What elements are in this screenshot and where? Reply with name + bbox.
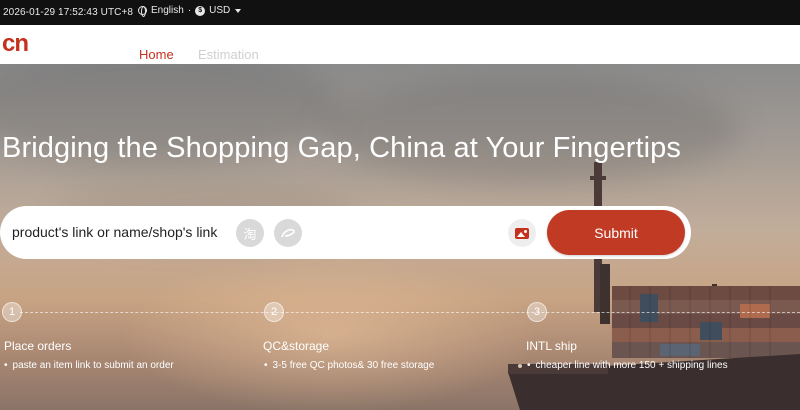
submit-button[interactable]: Submit [547,210,685,255]
language-currency-selector[interactable]: English · $ USD [138,5,242,17]
search-bar: 淘 Submit [0,206,691,259]
step-title: Place orders [4,339,72,353]
step-title: INTL ship [526,339,577,353]
step-description: cheaper line with more 150 + shipping li… [527,360,728,371]
main-nav: cn Home Estimation [0,25,800,64]
step-place-orders: 1 Place orders paste an item link to sub… [2,302,174,371]
image-search-button[interactable] [508,219,536,247]
steps-divider [20,312,800,313]
nav-estimation[interactable]: Estimation [198,47,259,62]
currency-label: USD [209,5,231,16]
step-intl-ship: 3 INTL ship cheaper line with more 150 +… [526,302,728,371]
separator: · [187,5,192,16]
search-input[interactable] [12,224,227,240]
step-number: 2 [264,302,284,322]
hero-headline: Bridging the Shopping Gap, China at Your… [2,132,681,164]
step-qc-storage: 2 QC&storage 3-5 free QC photos& 30 free… [263,302,434,371]
step-title: QC&storage [263,339,330,353]
taobao-icon[interactable]: 淘 [236,219,264,247]
alibaba-logo-shape [281,228,295,238]
alibaba-icon[interactable] [274,219,302,247]
hero-banner: Bridging the Shopping Gap, China at Your… [0,64,800,410]
image-icon [515,227,529,239]
step-description: 3-5 free QC photos& 30 free storage [264,360,435,371]
datetime: 2026-01-29 17:52:43 UTC+8 [3,7,134,18]
nav-home[interactable]: Home [139,47,174,62]
currency-icon: $ [195,5,206,16]
step-description: paste an item link to submit an order [4,360,174,371]
top-bar: 2026-01-29 17:52:43 UTC+8 English · $ US… [0,0,800,25]
chevron-down-icon [235,8,242,13]
globe-icon [138,6,147,17]
logo[interactable]: cn [2,32,29,56]
language-label: English [151,5,184,16]
step-number: 3 [527,302,547,322]
step-number: 1 [2,302,22,322]
